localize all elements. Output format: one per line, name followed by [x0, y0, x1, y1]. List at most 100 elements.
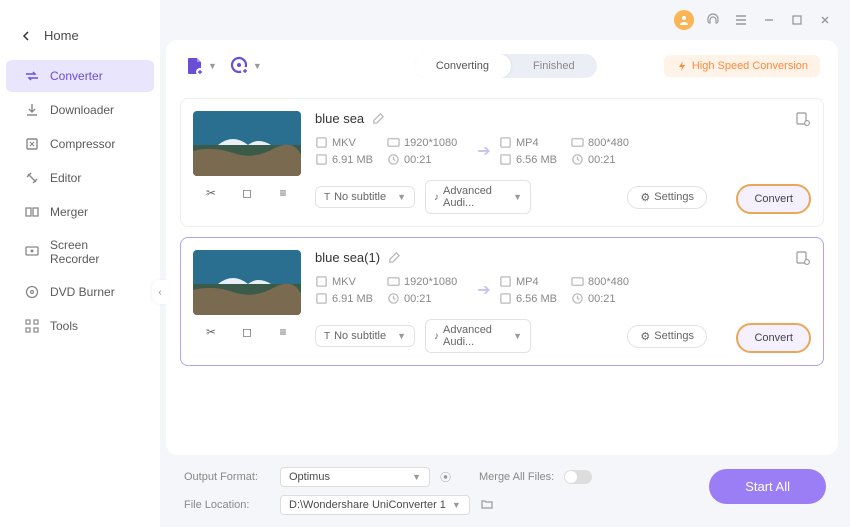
lightning-icon	[676, 60, 688, 72]
trim-icon[interactable]: ✂	[201, 186, 221, 200]
titlebar	[160, 0, 850, 40]
menu-icon[interactable]	[732, 11, 750, 29]
audio-dropdown[interactable]: ♪Advanced Audi...▼	[425, 319, 531, 353]
file-location-select[interactable]: D:\Wondershare UniConverter 1▼	[280, 495, 470, 515]
converter-icon	[24, 68, 40, 84]
add-dvd-button[interactable]: ▼	[229, 55, 262, 77]
collapse-sidebar-button[interactable]: ‹	[152, 280, 168, 304]
merge-toggle[interactable]	[564, 470, 592, 484]
clock-icon	[387, 153, 400, 166]
file-location-label: File Location:	[184, 499, 270, 511]
sidebar-label: DVD Burner	[50, 285, 115, 299]
conversion-list: ✂ ◻ ≡ blue sea MKV 192	[166, 92, 838, 455]
crop-icon[interactable]: ◻	[237, 186, 257, 200]
sidebar-item-converter[interactable]: Converter	[6, 60, 154, 92]
convert-button[interactable]: Convert	[736, 323, 811, 353]
toolbar: ▼ ▼ Converting Finished High Speed Conve…	[166, 40, 838, 92]
file-icon	[499, 136, 512, 149]
screen-recorder-icon	[24, 244, 40, 260]
maximize-button[interactable]	[788, 11, 806, 29]
more-icon[interactable]: ≡	[273, 186, 293, 200]
clock-icon	[387, 292, 400, 305]
sidebar-item-dvd-burner[interactable]: DVD Burner	[6, 276, 154, 308]
res-icon	[571, 136, 584, 149]
file-icon	[499, 275, 512, 288]
edit-icon[interactable]	[372, 112, 385, 125]
source-specs: MKV 1920*1080 6.91 MB 00:21	[315, 275, 469, 305]
start-all-button[interactable]: Start All	[709, 469, 826, 504]
subtitle-dropdown[interactable]: TNo subtitle▼	[315, 186, 415, 208]
merger-icon	[24, 204, 40, 220]
item-options-icon[interactable]	[795, 250, 811, 269]
sidebar-label: Editor	[50, 171, 81, 185]
sidebar-item-screen-recorder[interactable]: Screen Recorder	[6, 230, 154, 274]
more-icon[interactable]: ≡	[273, 325, 293, 339]
sidebar-label: Screen Recorder	[50, 238, 136, 266]
crop-icon[interactable]: ◻	[237, 325, 257, 339]
edit-icon[interactable]	[388, 251, 401, 264]
arrow-icon: ➔	[469, 280, 499, 300]
output-format-label: Output Format:	[184, 471, 270, 483]
size-icon	[315, 153, 328, 166]
video-thumbnail[interactable]	[193, 111, 301, 176]
item-settings-button[interactable]: ⚙Settings	[627, 186, 707, 209]
conversion-item: ✂ ◻ ≡ blue sea(1) MKV	[180, 237, 824, 366]
minimize-button[interactable]	[760, 11, 778, 29]
conversion-item: ✂ ◻ ≡ blue sea MKV 192	[180, 98, 824, 227]
file-icon	[315, 136, 328, 149]
video-thumbnail[interactable]	[193, 250, 301, 315]
support-icon[interactable]	[704, 11, 722, 29]
output-format-select[interactable]: Optimus▼	[280, 467, 430, 487]
sidebar-item-compressor[interactable]: Compressor	[6, 128, 154, 160]
sidebar-item-tools[interactable]: Tools	[6, 310, 154, 342]
sidebar-item-editor[interactable]: Editor	[6, 162, 154, 194]
browse-folder-icon[interactable]	[480, 497, 494, 514]
high-speed-label: High Speed Conversion	[692, 60, 808, 72]
footer: Output Format: Optimus▼ ⦿ Merge All File…	[160, 455, 850, 527]
size-icon	[315, 292, 328, 305]
convert-button[interactable]: Convert	[736, 184, 811, 214]
sidebar-label: Converter	[50, 69, 103, 83]
back-icon	[20, 30, 32, 42]
sidebar-label: Tools	[50, 319, 78, 333]
sidebar-label: Merger	[50, 205, 88, 219]
preview-icon[interactable]: ⦿	[440, 469, 451, 485]
tab-converting[interactable]: Converting	[414, 54, 511, 78]
high-speed-badge[interactable]: High Speed Conversion	[664, 55, 820, 77]
clock-icon	[571, 292, 584, 305]
user-avatar-icon[interactable]	[674, 10, 694, 30]
clock-icon	[571, 153, 584, 166]
editor-icon	[24, 170, 40, 186]
res-icon	[571, 275, 584, 288]
download-icon	[24, 102, 40, 118]
sidebar-item-merger[interactable]: Merger	[6, 196, 154, 228]
home-label: Home	[44, 28, 79, 43]
tab-finished[interactable]: Finished	[511, 54, 597, 78]
target-specs: MP4 800*480 6.56 MB 00:21	[499, 275, 653, 305]
res-icon	[387, 275, 400, 288]
sidebar: Home Converter Downloader Compressor Edi…	[0, 0, 160, 527]
add-file-button[interactable]: ▼	[184, 55, 217, 77]
home-button[interactable]: Home	[0, 20, 160, 51]
audio-dropdown[interactable]: ♪Advanced Audi...▼	[425, 180, 531, 214]
sidebar-item-downloader[interactable]: Downloader	[6, 94, 154, 126]
compressor-icon	[24, 136, 40, 152]
close-button[interactable]	[816, 11, 834, 29]
dvd-icon	[24, 284, 40, 300]
sidebar-label: Downloader	[50, 103, 114, 117]
item-title: blue sea	[315, 111, 364, 126]
tools-icon	[24, 318, 40, 334]
item-title: blue sea(1)	[315, 250, 380, 265]
tab-group: Converting Finished	[414, 54, 597, 78]
item-settings-button[interactable]: ⚙Settings	[627, 325, 707, 348]
trim-icon[interactable]: ✂	[201, 325, 221, 339]
subtitle-dropdown[interactable]: TNo subtitle▼	[315, 325, 415, 347]
merge-label: Merge All Files:	[479, 471, 554, 483]
source-specs: MKV 1920*1080 6.91 MB 00:21	[315, 136, 469, 166]
target-specs: MP4 800*480 6.56 MB 00:21	[499, 136, 653, 166]
file-icon	[315, 275, 328, 288]
res-icon	[387, 136, 400, 149]
size-icon	[499, 153, 512, 166]
content-card: ▼ ▼ Converting Finished High Speed Conve…	[166, 40, 838, 455]
item-options-icon[interactable]	[795, 111, 811, 130]
